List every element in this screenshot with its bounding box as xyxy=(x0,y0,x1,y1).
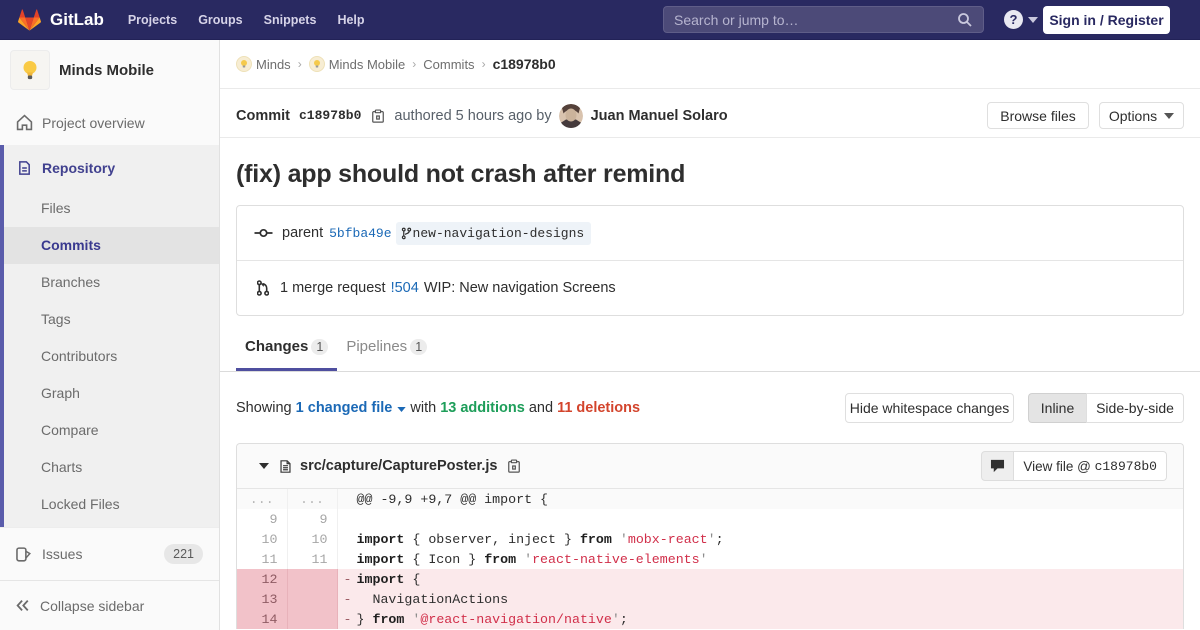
svg-text:?: ? xyxy=(1010,12,1018,27)
